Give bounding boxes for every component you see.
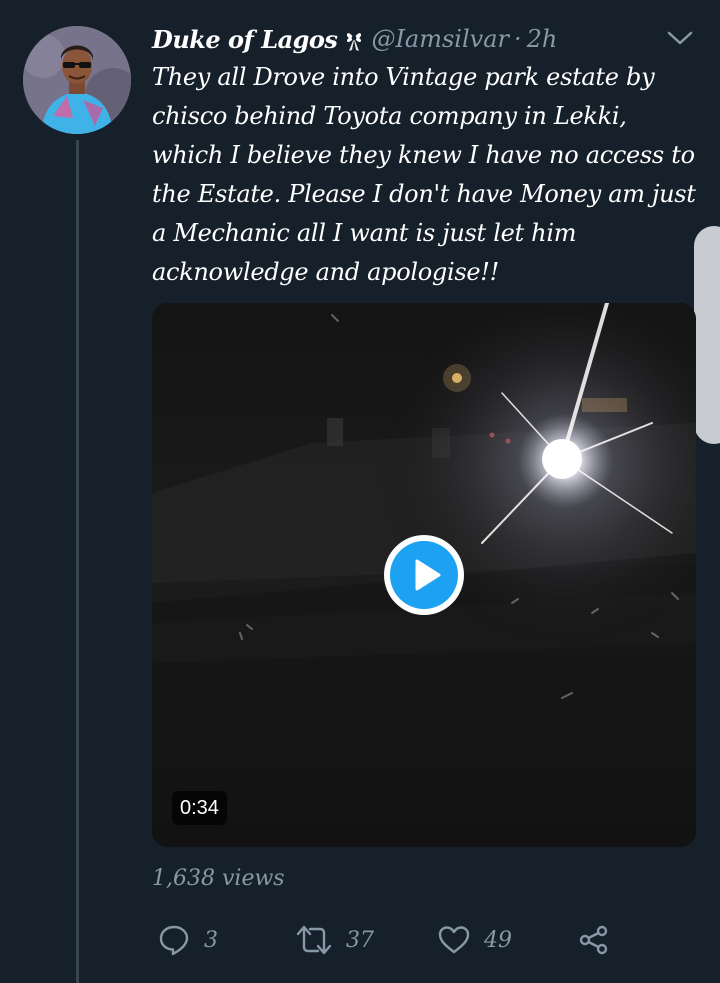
thread-line <box>76 140 79 983</box>
user-handle[interactable]: @Iamsilvar <box>371 25 509 53</box>
tweet-view: Duke of Lagos @Iamsilvar · 2h They all D… <box>0 0 720 983</box>
retweet-count: 37 <box>346 927 374 953</box>
video-player[interactable]: 0:34 <box>152 303 696 847</box>
retweet-icon <box>296 925 332 955</box>
scrollbar-thumb[interactable] <box>694 226 720 444</box>
video-duration: 0:34 <box>172 791 227 825</box>
chevron-down-icon[interactable] <box>666 28 694 48</box>
reply-count: 3 <box>204 927 218 953</box>
share-icon <box>579 925 608 955</box>
ribbon-emoji-icon <box>343 26 365 52</box>
share-button[interactable] <box>578 918 610 962</box>
separator-dot: · <box>514 25 522 53</box>
tweet-actions: 3 37 49 <box>152 918 697 962</box>
view-count: 1,638 views <box>152 866 285 891</box>
retweet-button[interactable]: 37 <box>296 918 374 962</box>
tweet-header: Duke of Lagos @Iamsilvar · 2h <box>152 22 557 56</box>
heart-icon <box>438 926 470 954</box>
tweet-text: They all Drove into Vintage park estate … <box>152 63 696 286</box>
like-count: 49 <box>484 927 512 953</box>
avatar[interactable] <box>23 26 131 134</box>
reply-icon <box>159 925 189 956</box>
display-name[interactable]: Duke of Lagos <box>152 25 338 54</box>
timestamp[interactable]: 2h <box>527 25 558 53</box>
play-button[interactable] <box>384 535 464 615</box>
play-icon <box>415 559 441 591</box>
like-button[interactable]: 49 <box>438 918 512 962</box>
reply-button[interactable]: 3 <box>158 918 218 962</box>
